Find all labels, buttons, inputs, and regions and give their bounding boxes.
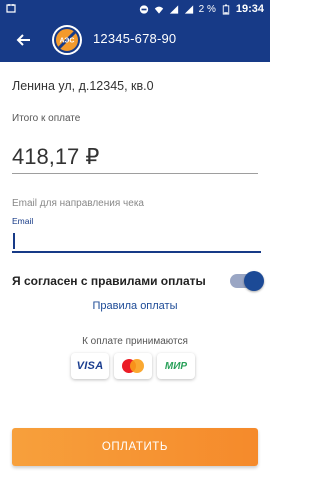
toggle-knob (244, 271, 264, 291)
mir-logo: МИР (164, 360, 188, 372)
arrow-left-icon (16, 34, 30, 46)
status-bar: 2 % 19:34 (0, 0, 270, 18)
logo-label: АЭС (60, 38, 75, 45)
account-number: 12345-678-90 (93, 31, 177, 46)
signal-icon (169, 4, 178, 14)
agreement-toggle[interactable] (230, 271, 264, 291)
visa-card: VISA (71, 353, 109, 379)
company-logo: АЭС (52, 25, 82, 55)
email-hint: Email для направления чека (12, 198, 144, 209)
agreement-label: Я согласен с правилами оплаты (12, 274, 206, 288)
email-input[interactable] (12, 229, 261, 253)
text-caret (13, 233, 15, 249)
wifi-icon (154, 6, 163, 14)
mastercard-icon (122, 359, 144, 373)
signal-icon (184, 4, 193, 14)
mir-card: МИР (157, 353, 195, 379)
payment-cards: VISA МИР (71, 353, 195, 379)
logo-icon: АЭС (54, 27, 80, 53)
rules-link[interactable]: Правила оплаты (0, 300, 270, 312)
mastercard-card (114, 353, 152, 379)
app-bar: АЭС 12345-678-90 (0, 18, 270, 62)
payment-methods-title: К оплате принимаются (82, 336, 188, 347)
status-right: 2 % 19:34 (139, 3, 264, 15)
email-label: Email (12, 216, 34, 226)
pay-button[interactable]: ОПЛАТИТЬ (12, 428, 258, 466)
amount-field[interactable]: 418,17 ₽ (12, 142, 258, 174)
status-left (6, 3, 16, 14)
battery-percent: 2 % (198, 3, 216, 15)
address: Ленина ул, д.12345, кв.0 (12, 79, 154, 93)
status-time: 19:34 (235, 3, 264, 15)
total-label: Итого к оплате (12, 113, 81, 124)
vpn-key-icon (139, 4, 148, 14)
visa-logo: VISA (76, 360, 104, 372)
back-button[interactable] (12, 29, 34, 51)
notification-icon (6, 4, 16, 13)
battery-icon (222, 3, 230, 15)
